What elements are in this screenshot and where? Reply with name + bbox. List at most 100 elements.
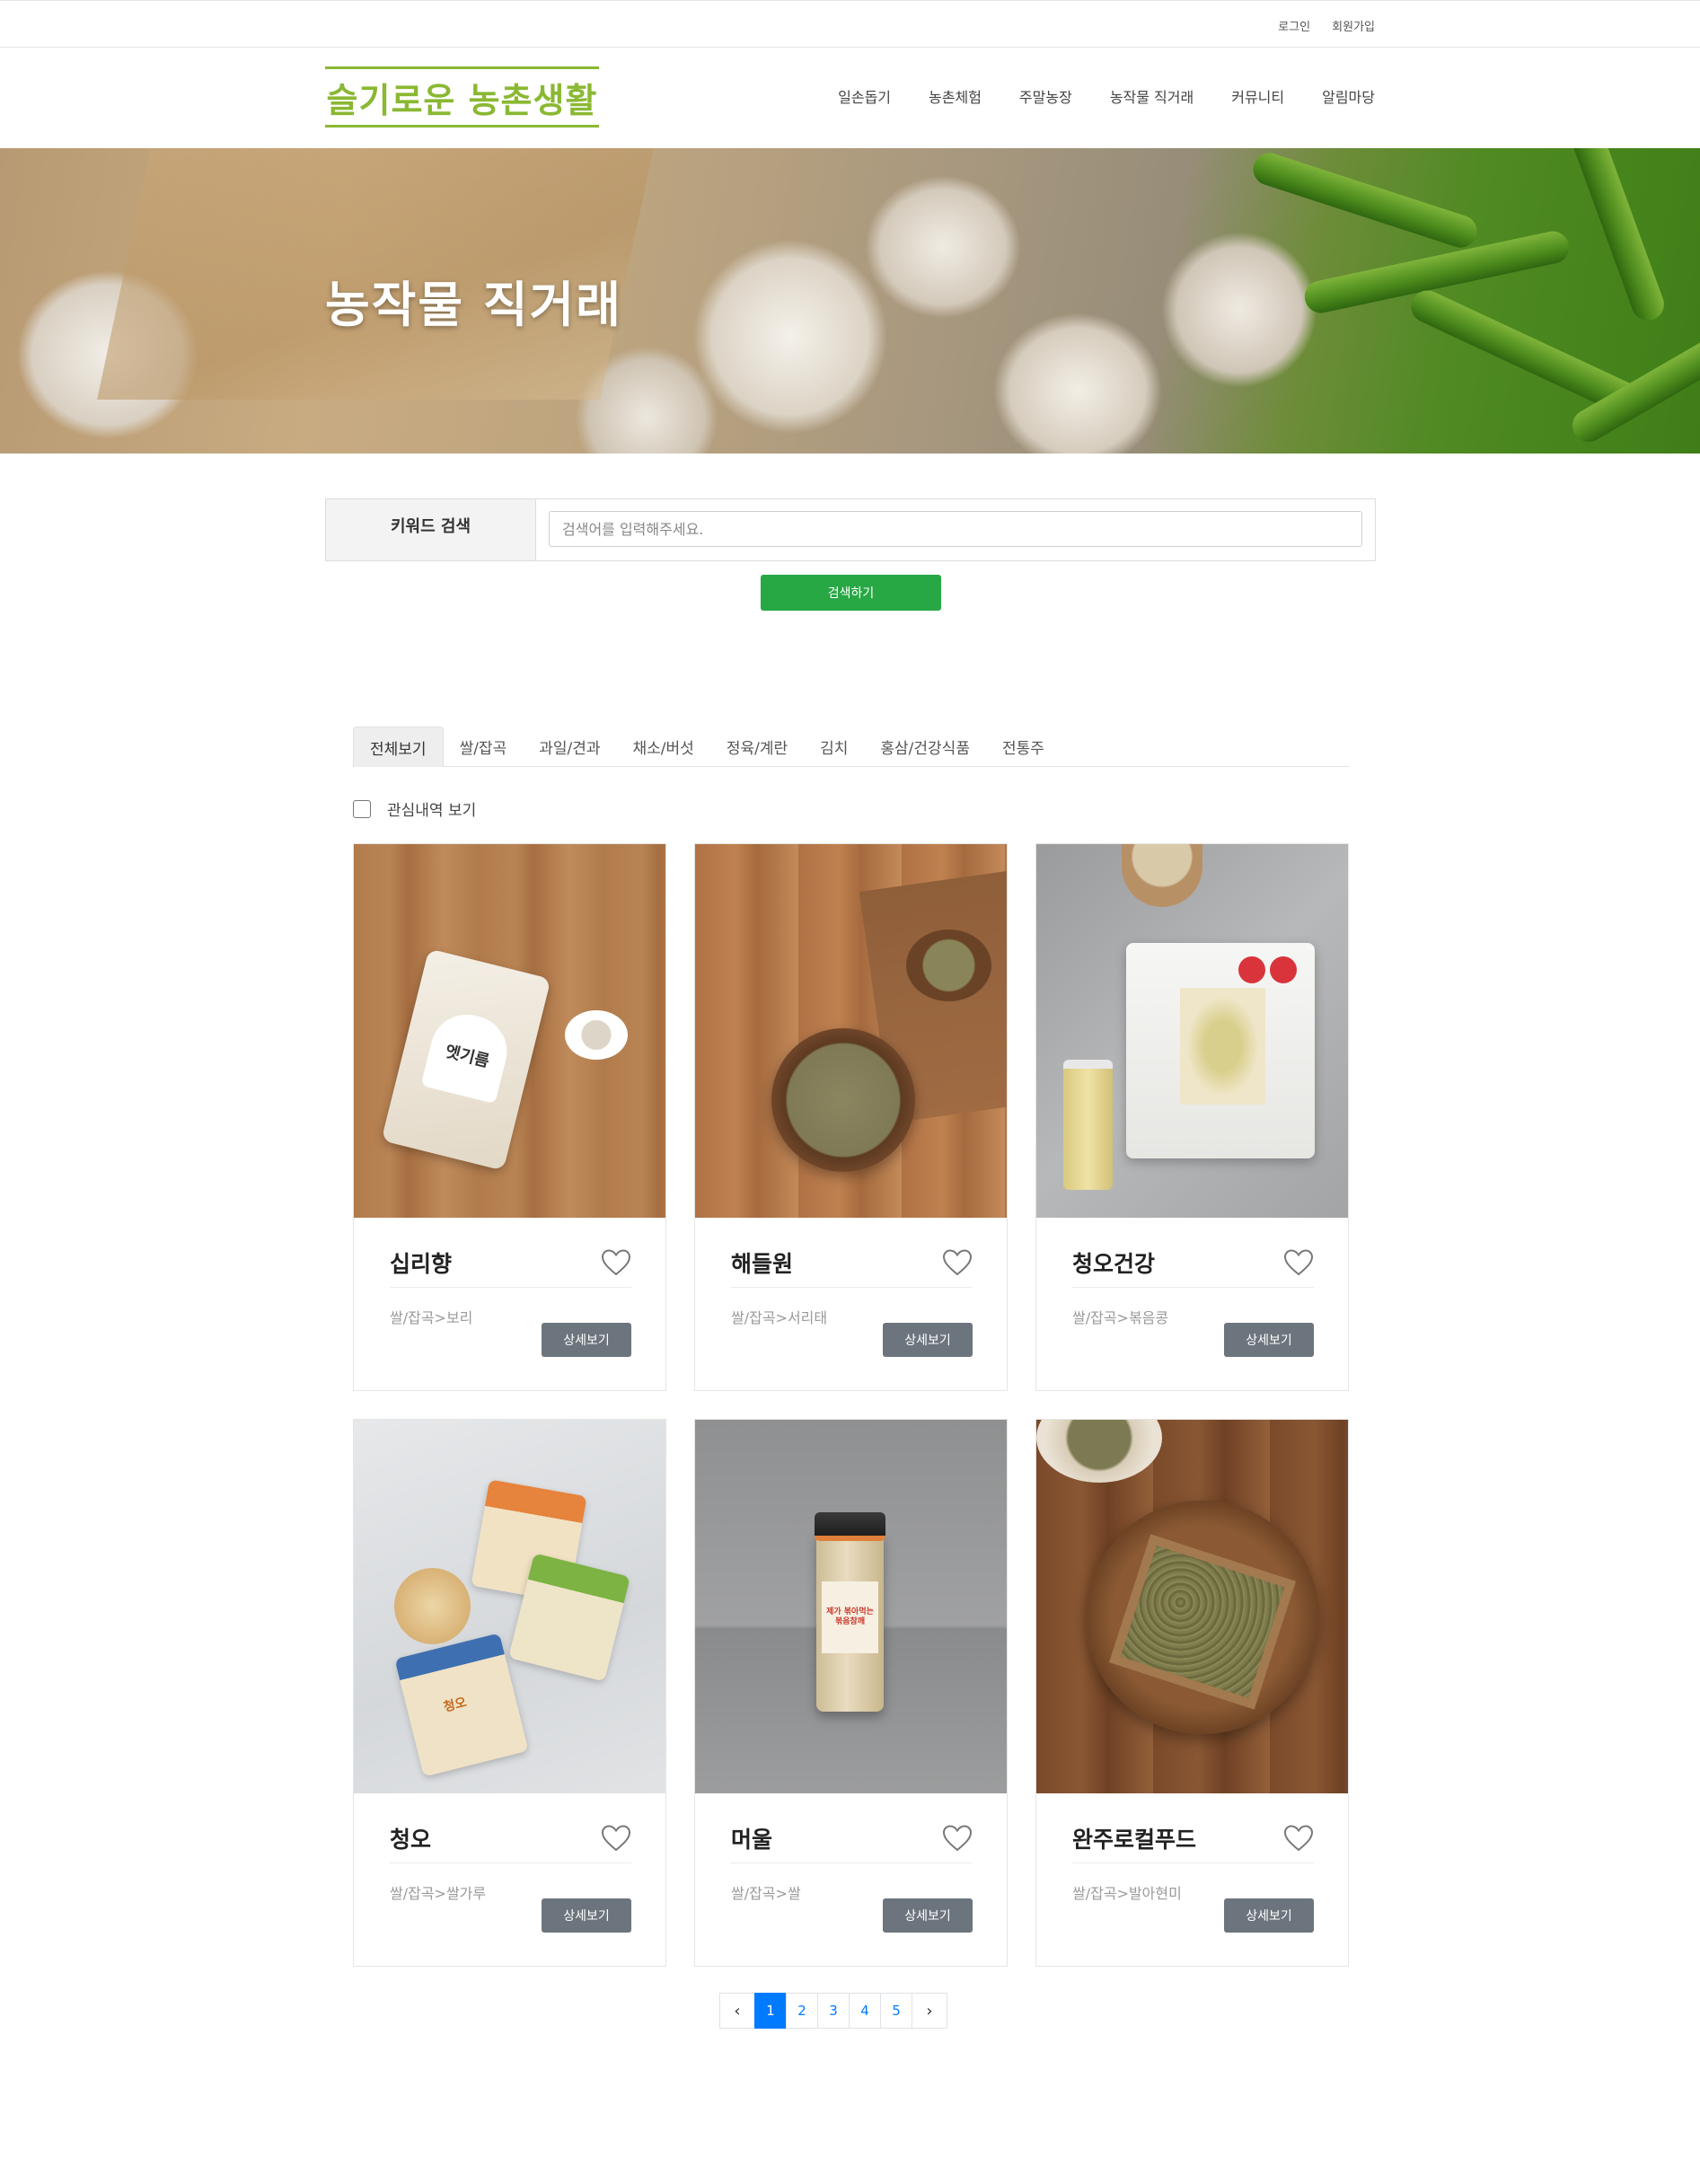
- site-logo[interactable]: 슬기로운 농촌생활: [325, 66, 599, 128]
- nav-item-experience[interactable]: 농촌체험: [929, 85, 982, 107]
- product-name: 청오건강: [1072, 1251, 1156, 1277]
- product-bottle: [1063, 1060, 1113, 1190]
- tab-all[interactable]: 전체보기: [353, 727, 444, 767]
- tab-vegetable-mushroom[interactable]: 채소/버섯: [617, 727, 710, 767]
- hero-title: 농작물 직거래: [325, 277, 622, 333]
- product-image[interactable]: 청오: [354, 1420, 665, 1793]
- product-card: 청오건강 쌀/잡곡>볶음콩 상세보기: [1035, 843, 1349, 1391]
- search-button[interactable]: 검색하기: [761, 575, 941, 611]
- product-category: 쌀/잡곡>쌀가루: [390, 1885, 487, 1902]
- nav-item-help[interactable]: 일손돕기: [838, 85, 891, 107]
- hero-pepper: [1564, 148, 1669, 325]
- detail-button[interactable]: 상세보기: [542, 1898, 631, 1933]
- package-label-text: 엣기름: [443, 1042, 491, 1071]
- nav-item-community[interactable]: 커뮤니티: [1231, 85, 1284, 107]
- site-header: 슬기로운 농촌생활 일손돕기 농촌체험 주말농장 농작물 직거래 커뮤니티 알림…: [0, 48, 1700, 148]
- pagination: ‹ 1 2 3 4 5 ›: [719, 1993, 947, 2029]
- product-package: 엣기름: [381, 948, 551, 1171]
- hero-pepper: [1248, 148, 1482, 252]
- top-utility-bar: 로그인 회원가입: [0, 0, 1700, 48]
- heart-icon[interactable]: [1283, 1248, 1314, 1277]
- card-divider: [1072, 1287, 1314, 1288]
- chevron-left-icon: ‹: [734, 2001, 741, 2021]
- detail-button[interactable]: 상세보기: [1224, 1898, 1314, 1933]
- signup-link[interactable]: 회원가입: [1332, 17, 1375, 34]
- product-name: 십리향: [390, 1251, 453, 1277]
- grain-bowl: [771, 1028, 915, 1172]
- heart-icon[interactable]: [601, 1248, 631, 1277]
- tab-ginseng-health[interactable]: 홍삼/건강식품: [864, 727, 986, 767]
- rice-cracker: [394, 1568, 471, 1644]
- product-category: 쌀/잡곡>발아현미: [1072, 1885, 1182, 1902]
- tab-fruit-nut[interactable]: 과일/견과: [523, 727, 616, 767]
- interest-checkbox[interactable]: [353, 799, 371, 818]
- search-label: 키워드 검색: [326, 499, 536, 560]
- jar-label-text: 제가 볶아먹는 볶음참깨: [826, 1607, 874, 1626]
- main-nav: 일손돕기 농촌체험 주말농장 농작물 직거래 커뮤니티 알림마당: [838, 85, 1375, 107]
- jar-label: 제가 볶아먹는 볶음참깨: [822, 1581, 878, 1653]
- product-image[interactable]: [1036, 1420, 1348, 1793]
- product-image[interactable]: 제가 볶아먹는 볶음참깨: [695, 1420, 1007, 1793]
- chevron-right-icon: ›: [926, 2001, 933, 2021]
- page-3[interactable]: 3: [817, 1993, 850, 2029]
- grain-spoon: [906, 929, 991, 1001]
- product-jar: 제가 볶아먹는 볶음참깨: [815, 1512, 885, 1712]
- product-category: 쌀/잡곡>볶음콩: [1072, 1309, 1169, 1326]
- product-image[interactable]: 엣기름: [354, 844, 665, 1218]
- page-4[interactable]: 4: [849, 1993, 881, 2029]
- detail-button[interactable]: 상세보기: [1224, 1323, 1314, 1357]
- nav-item-direct-trade[interactable]: 농작물 직거래: [1110, 85, 1194, 107]
- product-card: 엣기름 십리향 쌀/잡곡>보리 상세보기: [353, 843, 666, 1391]
- utility-links: 로그인 회원가입: [1278, 17, 1375, 34]
- product-image[interactable]: [1036, 844, 1348, 1218]
- search-input-wrap: [536, 499, 1375, 560]
- product-bag: [1126, 943, 1315, 1158]
- product-category: 쌀/잡곡>보리: [390, 1309, 473, 1326]
- prev-page-button[interactable]: ‹: [719, 1993, 755, 2029]
- product-name: 완주로컬푸드: [1072, 1827, 1197, 1853]
- product-category: 쌀/잡곡>쌀: [731, 1885, 801, 1902]
- interest-filter[interactable]: 관심내역 보기: [353, 797, 476, 820]
- grain-bowl: [1036, 1420, 1162, 1483]
- pack-label-text: 청오: [442, 1695, 469, 1715]
- detail-button[interactable]: 상세보기: [542, 1323, 631, 1357]
- detail-button[interactable]: 상세보기: [883, 1898, 973, 1933]
- product-card: 완주로컬푸드 쌀/잡곡>발아현미 상세보기: [1035, 1419, 1349, 1967]
- grain-bowl: [565, 1010, 628, 1060]
- package-label: 엣기름: [420, 1007, 515, 1105]
- grain-bowl: [1122, 844, 1202, 907]
- jar-lid: [815, 1512, 885, 1541]
- product-pack: 청오: [394, 1633, 529, 1777]
- bag-badge: [1270, 956, 1297, 983]
- nav-item-notice[interactable]: 알림마당: [1322, 85, 1375, 107]
- heart-icon[interactable]: [942, 1248, 973, 1277]
- card-divider: [731, 1287, 973, 1288]
- tab-traditional-liquor[interactable]: 전통주: [986, 727, 1061, 767]
- product-card: 해들원 쌀/잡곡>서리태 상세보기: [694, 843, 1008, 1391]
- product-image[interactable]: [695, 844, 1007, 1218]
- heart-icon[interactable]: [942, 1824, 973, 1853]
- heart-icon[interactable]: [601, 1824, 631, 1853]
- next-page-button[interactable]: ›: [912, 1993, 947, 2029]
- keyword-search-box: 키워드 검색: [325, 498, 1376, 561]
- bag-window: [1180, 988, 1265, 1105]
- search-input[interactable]: [549, 511, 1362, 547]
- tab-kimchi[interactable]: 김치: [804, 727, 864, 767]
- login-link[interactable]: 로그인: [1278, 17, 1310, 34]
- tab-rice-grain[interactable]: 쌀/잡곡: [444, 727, 524, 767]
- page-1[interactable]: 1: [754, 1993, 787, 2029]
- page-2[interactable]: 2: [786, 1993, 818, 2029]
- category-tabs: 전체보기 쌀/잡곡 과일/견과 채소/버섯 정육/계란 김치 홍삼/건강식품 전…: [353, 727, 1349, 767]
- detail-button[interactable]: 상세보기: [883, 1323, 973, 1357]
- site-logo-text: 슬기로운 농촌생활: [326, 80, 598, 120]
- product-card: 제가 볶아먹는 볶음참깨 머울 쌀/잡곡>쌀 상세보기: [694, 1419, 1008, 1967]
- hero-banner: 농작물 직거래: [0, 148, 1700, 454]
- product-category: 쌀/잡곡>서리태: [731, 1309, 828, 1326]
- bag-badge: [1238, 956, 1265, 983]
- page-5[interactable]: 5: [880, 1993, 912, 2029]
- tab-meat-egg[interactable]: 정육/계란: [710, 727, 804, 767]
- heart-icon[interactable]: [1283, 1824, 1314, 1853]
- product-name: 머울: [731, 1827, 773, 1853]
- card-divider: [390, 1287, 631, 1288]
- nav-item-weekend-farm[interactable]: 주말농장: [1019, 85, 1072, 107]
